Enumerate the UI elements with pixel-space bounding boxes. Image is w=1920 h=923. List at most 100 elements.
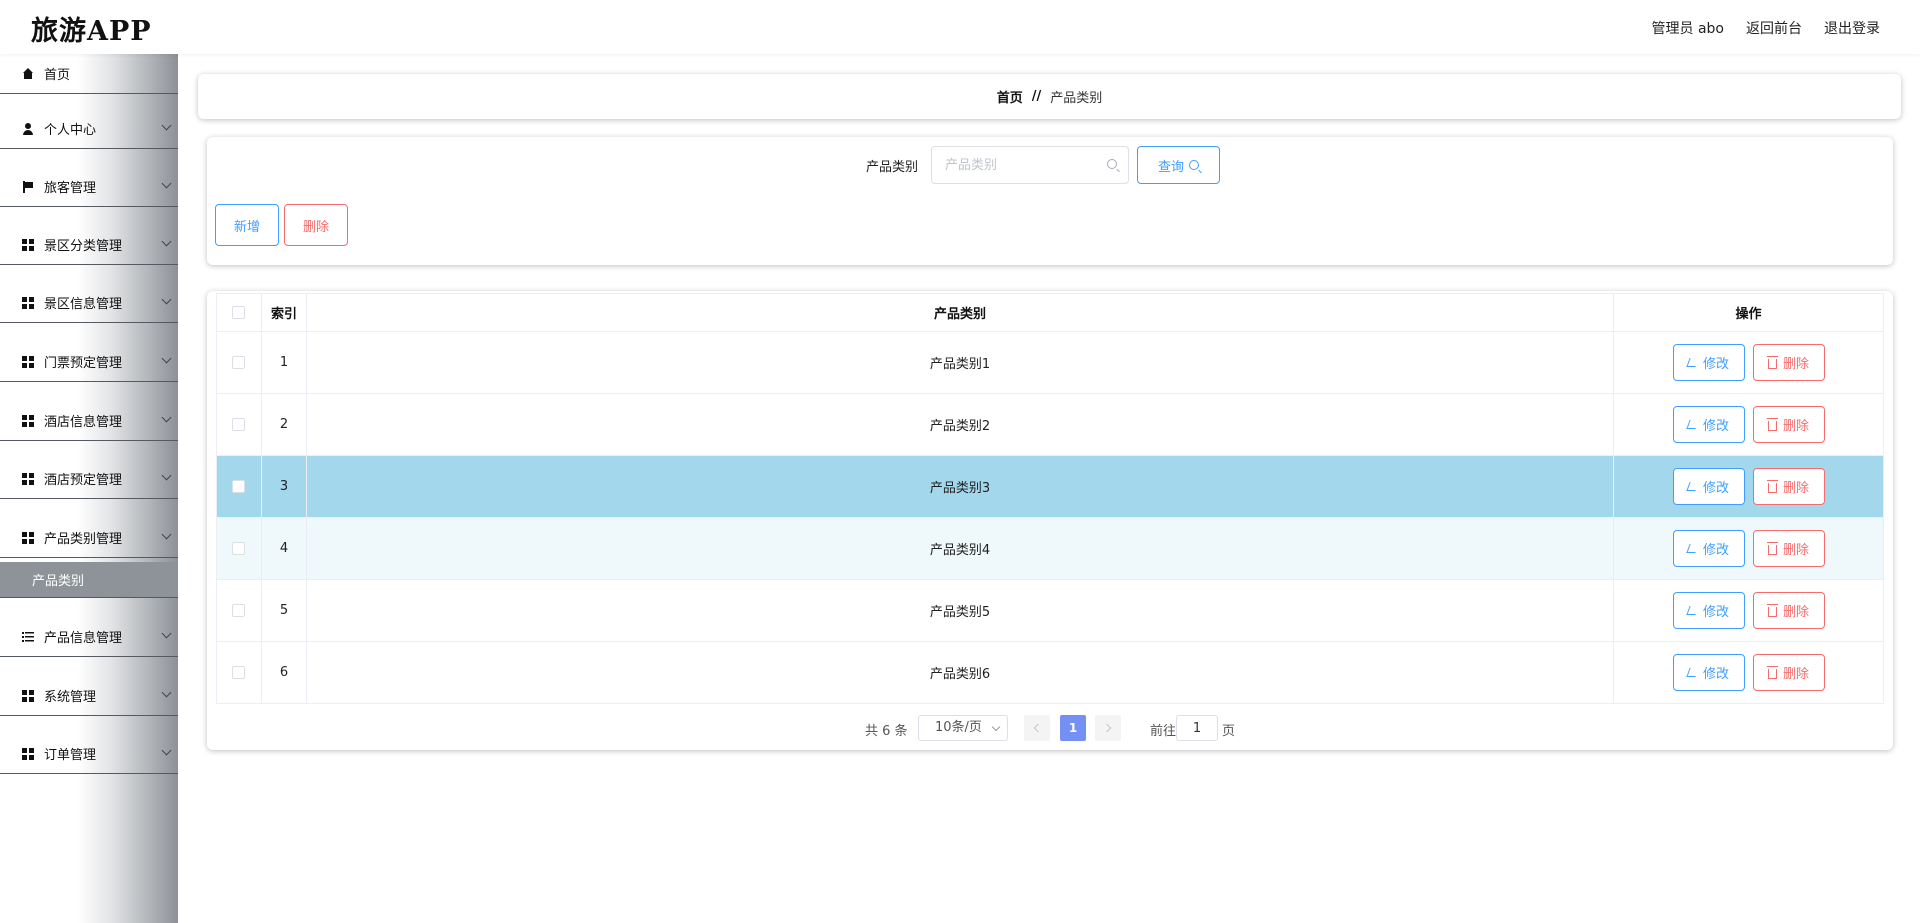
- chevron-down-icon: [161, 470, 172, 481]
- delete-button-label: 删除: [1783, 543, 1810, 558]
- sidebar-item-label: 产品信息管理: [44, 631, 123, 646]
- breadcrumb-home[interactable]: 首页: [997, 87, 1023, 106]
- delete-button[interactable]: 删除: [1752, 344, 1825, 381]
- row-select-cell: [216, 641, 262, 704]
- row-checkbox[interactable]: [232, 356, 246, 369]
- row-category: 产品类别5: [305, 579, 1615, 642]
- breadcrumb-separator: //: [1031, 89, 1042, 104]
- row-checkbox[interactable]: [232, 604, 246, 617]
- sidebar-item-ticket-booking[interactable]: 门票预定管理: [0, 342, 178, 382]
- sidebar-item-scenic-info[interactable]: 景区信息管理: [0, 283, 178, 323]
- row-category: 产品类别4: [305, 517, 1615, 580]
- row-actions: 修改 删除: [1613, 393, 1884, 456]
- edit-button-label: 修改: [1703, 667, 1730, 682]
- admin-username: 管理员 abo: [1651, 21, 1724, 37]
- table-row: 2 产品类别2 修改 删除: [216, 393, 1884, 456]
- sidebar-item-hotel-info[interactable]: 酒店信息管理: [0, 401, 178, 441]
- sidebar-subitem-product-category[interactable]: 产品类别: [0, 562, 178, 598]
- pagination: 共 6 条 10条/页 1 前往 页: [207, 715, 1893, 741]
- sidebar-item-label: 旅客管理: [44, 181, 97, 196]
- add-button[interactable]: 新增: [215, 204, 279, 246]
- logout-link[interactable]: 退出登录: [1824, 18, 1880, 38]
- select-all-checkbox[interactable]: [232, 306, 246, 319]
- batch-delete-button[interactable]: 删除: [284, 204, 348, 246]
- row-actions: 修改 删除: [1613, 517, 1884, 580]
- trash-icon: [1767, 541, 1778, 555]
- edit-button[interactable]: 修改: [1672, 592, 1745, 629]
- row-checkbox[interactable]: [232, 542, 246, 555]
- search-panel: 产品类别 查询 新增 删除: [207, 137, 1893, 265]
- sidebar-item-label: 酒店预定管理: [44, 473, 123, 488]
- sidebar-item-traveler-management[interactable]: 旅客管理: [0, 167, 178, 207]
- sidebar-item-label: 首页: [44, 68, 71, 83]
- row-actions: 修改 删除: [1613, 579, 1884, 642]
- header-actions: 管理员 abo 返回前台 退出登录: [1652, 18, 1880, 38]
- row-index: 6: [260, 641, 307, 704]
- sidebar-item-scenic-category[interactable]: 景区分类管理: [0, 225, 178, 265]
- page-size-select[interactable]: 10条/页: [918, 715, 1008, 741]
- chevron-down-icon: [161, 236, 172, 247]
- edit-button[interactable]: 修改: [1672, 654, 1745, 691]
- delete-button[interactable]: 删除: [1752, 654, 1825, 691]
- sidebar-item-orders[interactable]: 订单管理: [0, 734, 178, 774]
- row-index: 1: [260, 331, 307, 394]
- edit-icon: [1686, 420, 1699, 429]
- sidebar-item-product-info[interactable]: 产品信息管理: [0, 617, 178, 657]
- row-checkbox[interactable]: [232, 666, 246, 679]
- flag-icon: [22, 180, 34, 193]
- row-category: 产品类别6: [305, 641, 1615, 704]
- edit-button-label: 修改: [1703, 481, 1730, 496]
- row-checkbox[interactable]: [232, 480, 246, 493]
- table-row: 4 产品类别4 修改 删除: [216, 517, 1884, 580]
- trash-icon: [1767, 665, 1778, 679]
- delete-button[interactable]: 删除: [1752, 592, 1825, 629]
- sidebar-item-personal-center[interactable]: 个人中心: [0, 109, 178, 149]
- delete-button[interactable]: 删除: [1752, 530, 1825, 567]
- sidebar-item-system[interactable]: 系统管理: [0, 676, 178, 716]
- search-input[interactable]: [931, 146, 1129, 184]
- sidebar-item-label: 产品类别管理: [44, 532, 123, 547]
- sidebar-item-label: 酒店信息管理: [44, 415, 123, 430]
- edit-button[interactable]: 修改: [1672, 468, 1745, 505]
- header-actions: 操作: [1613, 293, 1884, 332]
- row-select-cell: [216, 455, 262, 518]
- prev-page-button[interactable]: [1024, 715, 1050, 741]
- sidebar-item-home[interactable]: 首页: [0, 54, 178, 94]
- row-category: 产品类别3: [305, 455, 1615, 518]
- row-actions: 修改 删除: [1613, 331, 1884, 394]
- back-to-front-link[interactable]: 返回前台: [1746, 18, 1802, 38]
- grid-icon: [22, 238, 34, 251]
- chevron-down-icon: [161, 353, 172, 364]
- chevron-down-icon: [161, 628, 172, 639]
- delete-button-label: 删除: [1783, 481, 1810, 496]
- row-index: 2: [260, 393, 307, 456]
- grid-icon: [22, 472, 34, 485]
- list-icon: [22, 630, 34, 643]
- edit-button-label: 修改: [1703, 605, 1730, 620]
- edit-button[interactable]: 修改: [1672, 406, 1745, 443]
- row-actions: 修改 删除: [1613, 641, 1884, 704]
- query-button[interactable]: 查询: [1137, 146, 1220, 184]
- search-icon: [1107, 159, 1117, 169]
- table-row: 6 产品类别6 修改 删除: [216, 641, 1884, 704]
- sidebar-item-hotel-booking[interactable]: 酒店预定管理: [0, 459, 178, 499]
- edit-button-label: 修改: [1703, 419, 1730, 434]
- row-select-cell: [216, 331, 262, 394]
- grid-icon: [22, 531, 34, 544]
- grid-icon: [22, 689, 34, 702]
- edit-button[interactable]: 修改: [1672, 530, 1745, 567]
- next-page-button[interactable]: [1095, 715, 1121, 741]
- trash-icon: [1767, 603, 1778, 617]
- edit-button[interactable]: 修改: [1672, 344, 1745, 381]
- sidebar-subitem-label: 产品类别: [32, 574, 85, 589]
- home-icon: [22, 67, 34, 80]
- table-panel: 索引 产品类别 操作 1 产品类别1 修改 删除 2 产品类别2 修改 删除 3…: [207, 291, 1893, 750]
- header-index: 索引: [260, 293, 307, 332]
- user-icon: [22, 122, 34, 135]
- page-jump-input[interactable]: [1176, 715, 1218, 741]
- delete-button[interactable]: 删除: [1752, 406, 1825, 443]
- sidebar-item-product-category[interactable]: 产品类别管理: [0, 518, 178, 558]
- row-checkbox[interactable]: [232, 418, 246, 431]
- page-number-1[interactable]: 1: [1060, 715, 1086, 741]
- delete-button[interactable]: 删除: [1752, 468, 1825, 505]
